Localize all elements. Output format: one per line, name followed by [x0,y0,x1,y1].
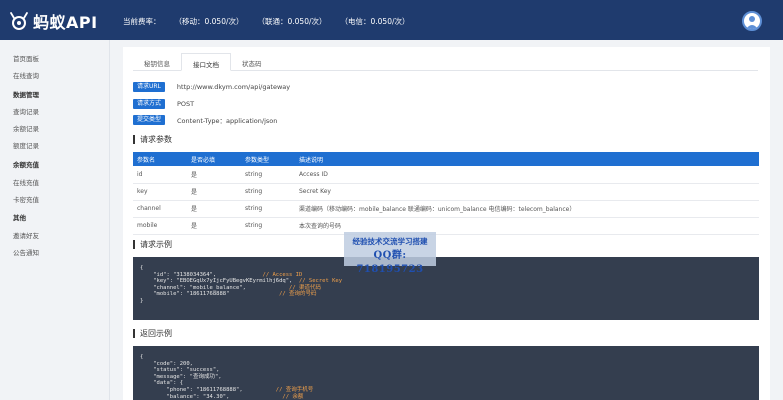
code-line: "mobile": "18611768888" [140,291,230,298]
cell-type: string [241,200,295,218]
cell-description: Secret Key [295,183,759,201]
watermark-line1: 经验技术交流学习搭建 [352,237,428,246]
sidebar-group-other: 其他 [13,214,26,222]
request-url-row: 请求URL http://www.dkym.com/api/gateway [133,81,290,92]
cell-param-name: channel [133,200,187,218]
code-line: "status": "success", [140,367,220,374]
code-line: { [140,265,144,271]
code-line: "key": "EBOEGqUx7yIjcFyUBegvKEyrmilhj6dq… [140,278,293,285]
user-avatar-icon[interactable] [742,11,762,31]
param-table-header: 参数名 是否必填 参数类型 描述说明 [133,152,759,166]
cell-param-name: key [133,183,187,201]
code-line: { [140,354,144,360]
sidebar-item-notices[interactable]: 公告通知 [13,247,39,257]
sidebar-group-recharge: 余额充值 [13,161,39,169]
code-line: "channel": "mobile_balance", [140,284,246,291]
cell-required: 是 [187,183,241,201]
code-line: "data": { [140,380,184,387]
sidebar-item-invite[interactable]: 邀请好友 [13,230,39,240]
content-type-row: 提交类型 Content-Type：application/json [133,114,277,125]
tab-bar: 秘钥信息 接口文档 状态码 [133,53,758,71]
code-line: "balance": "34.30", [140,393,230,400]
person-icon [746,16,758,29]
sidebar-item-query-records[interactable]: 查询记录 [13,106,39,116]
content-type-value: Content-Type：application/json [177,116,278,125]
request-method-value: POST [177,99,195,108]
code-line: "phone": "18611768888", [140,386,243,393]
table-row: channel 是 string 渠道编码（移动编码：mobile_balanc… [133,200,759,218]
code-comment: // 渠道代码 [289,284,321,291]
response-example-code: { "code": 200, "status": "success", "mes… [133,346,759,400]
cell-type: string [241,166,295,184]
tab-key-info[interactable]: 秘钥信息 [133,53,181,71]
main-panel: 秘钥信息 接口文档 状态码 请求URL http://www.dkym.com/… [123,47,770,400]
cell-param-name: mobile [133,217,187,235]
tab-api-docs[interactable]: 接口文档 [181,53,231,71]
table-row: id 是 string Access ID [133,166,759,184]
sidebar-group-data: 数据管理 [13,91,39,99]
header-type: 参数类型 [241,152,295,166]
cell-description: 渠道编码（移动编码：mobile_balance 联通编码：unicom_bal… [295,200,759,218]
cell-type: string [241,183,295,201]
code-line: "message": "查询成功", [140,373,222,380]
sidebar-item-balance-records[interactable]: 余额记录 [13,123,39,133]
request-url-badge: 请求URL [133,81,165,92]
rate-mobile: （移动：0.050/次） [174,17,244,26]
logo[interactable]: 蚂蚁API [8,9,98,33]
header-description: 描述说明 [295,152,759,166]
sidebar-item-quota-records[interactable]: 额度记录 [13,140,39,150]
code-line: } [140,297,144,304]
logo-text: 蚂蚁API [33,13,98,32]
request-example-code: { "id": "3138034364", // Access ID "key"… [133,257,759,320]
sidebar-item-dashboard[interactable]: 首页面板 [13,53,39,63]
table-row: key 是 string Secret Key [133,183,759,201]
sidebar-item-online-recharge[interactable]: 在线充值 [13,177,39,187]
response-section-title: 返回示例 [133,329,172,338]
sidebar-item-online-query[interactable]: 在线查询 [13,70,39,80]
code-line: "code": 200, [140,360,193,367]
content-type-badge: 提交类型 [133,114,166,125]
cell-required: 是 [187,200,241,218]
code-line: "id": "3138034364", [140,271,217,278]
watermark-overlay: 经验技术交流学习搭建 QQ群: 718195723 [344,232,436,275]
rate-telecom: （电信：0.050/次） [340,17,410,26]
tab-status-codes[interactable]: 状态码 [231,53,273,71]
code-comment: // Access ID [262,271,303,278]
table-row: mobile 是 string 本次查询的号码 [133,217,759,235]
header-param-name: 参数名 [133,152,187,166]
top-header: 蚂蚁API 当前费率： （移动：0.050/次） （联通：0.050/次） （电… [0,0,783,40]
sidebar: 首页面板 在线查询 数据管理 查询记录 余额记录 额度记录 余额充值 在线充值 … [0,40,110,400]
cell-required: 是 [187,166,241,184]
rate-title: 当前费率： [123,17,161,26]
watermark-line2: QQ群: 718195723 [356,250,424,275]
header-required: 是否必填 [187,152,241,166]
rate-bar: 当前费率： （移动：0.050/次） （联通：0.050/次） （电信：0.05… [123,16,410,27]
code-comment: // Secret Key [298,278,342,285]
cell-param-name: id [133,166,187,184]
params-section-title: 请求参数 [133,135,172,144]
param-table: 参数名 是否必填 参数类型 描述说明 id 是 string Access ID… [133,152,759,235]
cell-type: string [241,217,295,235]
code-comment: // 查询的号码 [279,291,317,298]
cell-description: Access ID [295,166,759,184]
request-method-row: 请求方式 POST [133,98,194,109]
code-comment: // 余额 [282,393,304,400]
request-url-value: http://www.dkym.com/api/gateway [176,82,291,91]
cell-required: 是 [187,217,241,235]
sidebar-item-card-recharge[interactable]: 卡密充值 [13,194,39,204]
rate-unicom: （联通：0.050/次） [257,17,327,26]
request-method-badge: 请求方式 [133,98,166,109]
code-comment: // 查询手机号 [275,386,314,393]
ant-logo-icon [10,12,28,30]
example-section-title: 请求示例 [133,240,172,249]
